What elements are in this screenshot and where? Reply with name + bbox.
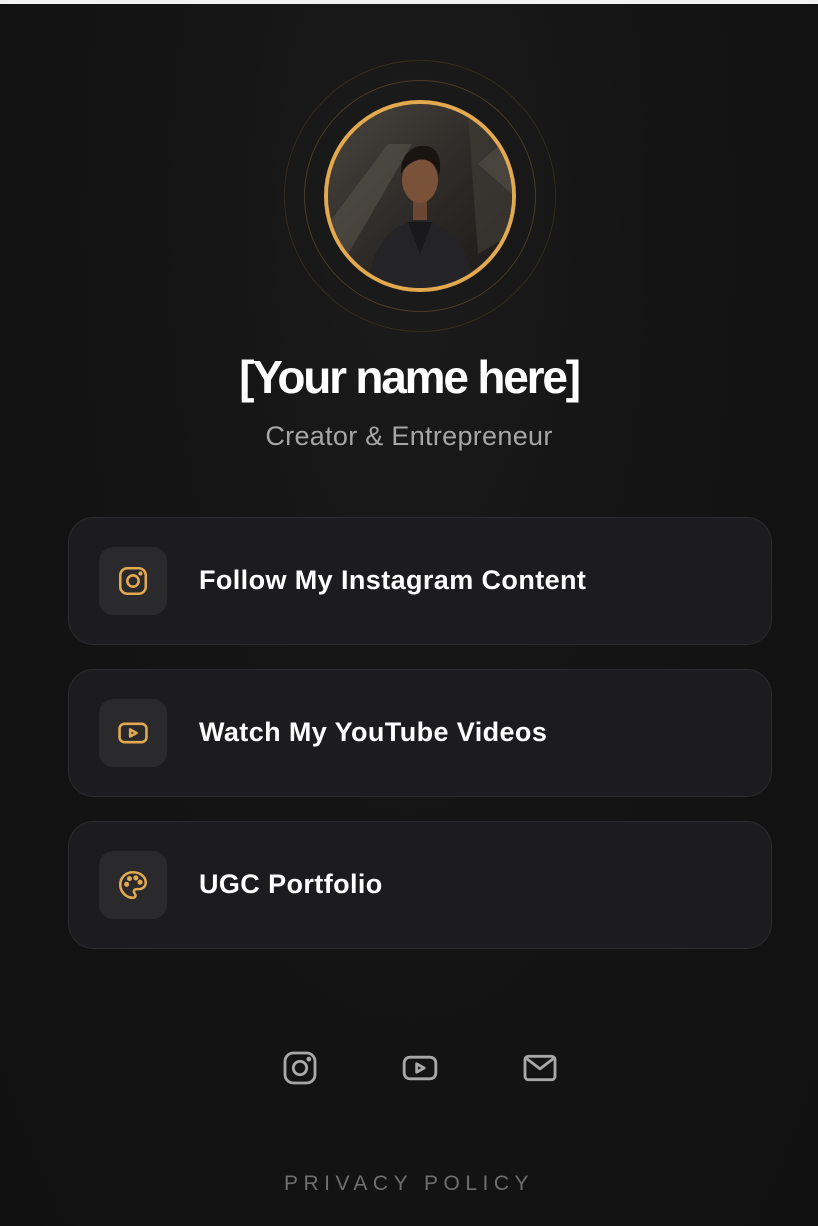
palette-icon (118, 870, 148, 900)
instagram-icon (118, 566, 148, 596)
social-mail-link[interactable] (518, 1046, 562, 1090)
privacy-policy-link[interactable]: PRIVACY POLICY (0, 1170, 818, 1198)
avatar-section (284, 60, 556, 332)
link-card-ugc-portfolio[interactable]: UGC Portfolio (68, 821, 772, 949)
profile-tagline: Creator & Entrepreneur (265, 421, 553, 451)
link-icon-box (99, 547, 167, 615)
link-icon-box (99, 699, 167, 767)
profile-name: [Your name here] (239, 351, 581, 403)
mail-icon (523, 1054, 557, 1082)
link-label: Follow My Instagram Content (199, 565, 587, 595)
social-instagram-link[interactable] (278, 1046, 322, 1090)
social-youtube-link[interactable] (398, 1046, 442, 1090)
link-label: UGC Portfolio (199, 869, 383, 899)
youtube-icon (402, 1055, 438, 1081)
social-links-row (0, 1046, 818, 1090)
link-icon-box (99, 851, 167, 919)
link-card-instagram[interactable]: Follow My Instagram Content (68, 517, 772, 645)
link-in-bio-page: [Your name here] Creator & Entrepreneur … (0, 0, 818, 1226)
link-card-youtube[interactable]: Watch My YouTube Videos (68, 669, 772, 797)
youtube-icon (118, 722, 148, 744)
instagram-icon (283, 1051, 317, 1085)
profile-photo (328, 104, 512, 288)
avatar (324, 100, 516, 292)
link-label: Watch My YouTube Videos (199, 717, 548, 747)
